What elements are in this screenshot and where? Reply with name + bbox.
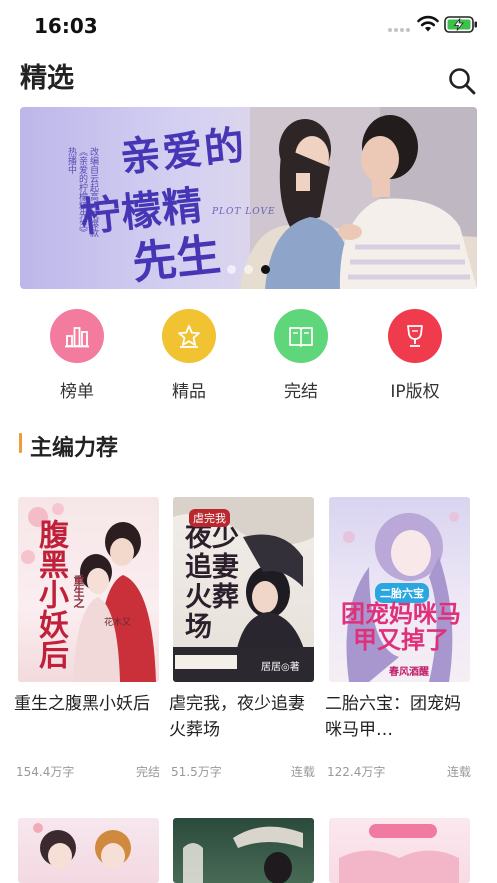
promo-banner[interactable]: 改编自云起高人气爆款《亲爱的柠檬精先生》 热播中 亲爱的 柠檬精 先生 PLOT… (20, 107, 477, 289)
book-cover-title: 团宠妈咪马甲又掉了 (341, 599, 461, 654)
signal-dots-icon (388, 28, 412, 34)
book-status: 完结 (135, 765, 160, 779)
category-ranking[interactable]: 榜单 (32, 309, 122, 404)
search-icon[interactable] (447, 66, 477, 96)
book-status: 连载 (446, 765, 471, 779)
section-title: 主编力荐 (30, 436, 119, 461)
book-cover-title: 夜少追妻火葬场 (185, 522, 239, 643)
category-label: 完结 (284, 382, 318, 402)
book-cover: 腹黑小妖后 重生之 花木又 (18, 497, 159, 682)
book-cover-author: 花木又 (104, 618, 132, 628)
book-card[interactable]: 夜少追妻火葬场 虐完我 居居◎著 虐完我，夜少追妻火葬场 51.5万字 连载 (169, 497, 318, 787)
section-accent-bar (19, 433, 22, 453)
category-label: IP版权 (390, 382, 440, 402)
wifi-icon (417, 15, 439, 32)
book-card[interactable]: 腹黑小妖后 重生之 花木又 重生之腹黑小妖后 154.4万字 完结 (14, 497, 163, 787)
banner-title-line3: 先生 (130, 229, 223, 289)
battery-charging-icon (444, 16, 477, 33)
book-word-count: 154.4万字 (16, 765, 75, 779)
book-cover[interactable] (329, 818, 470, 883)
page-title: 精选 (20, 63, 74, 94)
star-icon (162, 309, 216, 363)
book-word-count: 122.4万字 (327, 765, 386, 779)
book-cover-subtitle: 重生之 (72, 575, 85, 608)
book-card[interactable]: 二胎六宝 团宠妈咪马甲又掉了 春风酒醒 二胎六宝：团宠妈咪马甲… 122.4万字… (325, 497, 474, 787)
category-ip-rights[interactable]: IP版权 (370, 309, 460, 404)
status-bar: 16:03 (0, 0, 497, 50)
book-icon (274, 309, 328, 363)
category-premium[interactable]: 精品 (144, 309, 234, 404)
banner-indicator-dot[interactable] (244, 265, 253, 274)
category-label: 精品 (172, 382, 206, 402)
book-title: 重生之腹黑小妖后 (14, 694, 150, 714)
book-cover-subtitle: 虐完我 (189, 509, 230, 527)
book-cover[interactable] (18, 818, 159, 883)
book-cover-author: 居居◎著 (261, 662, 300, 673)
book-cover-title: 腹黑小妖后 (33, 519, 68, 669)
category-label: 榜单 (60, 382, 94, 402)
book-status: 连载 (290, 765, 315, 779)
book-cover: 二胎六宝 团宠妈咪马甲又掉了 春风酒醒 (329, 497, 470, 682)
banner-indicator-dot[interactable] (227, 265, 236, 274)
banner-indicator-dot-active[interactable] (261, 265, 270, 274)
book-title: 二胎六宝：团宠妈咪马甲… (325, 694, 461, 740)
book-word-count: 51.5万字 (171, 765, 222, 779)
chart-icon (50, 309, 104, 363)
book-title: 虐完我，夜少追妻火葬场 (169, 694, 305, 740)
banner-subtitle: PLOT LOVE (212, 207, 276, 217)
status-time: 16:03 (34, 14, 98, 38)
book-cover[interactable] (173, 818, 314, 883)
book-cover: 夜少追妻火葬场 虐完我 居居◎著 (173, 497, 314, 682)
book-cover-author: 春风酒醒 (389, 667, 429, 678)
trophy-icon (388, 309, 442, 363)
category-finished[interactable]: 完结 (256, 309, 346, 404)
